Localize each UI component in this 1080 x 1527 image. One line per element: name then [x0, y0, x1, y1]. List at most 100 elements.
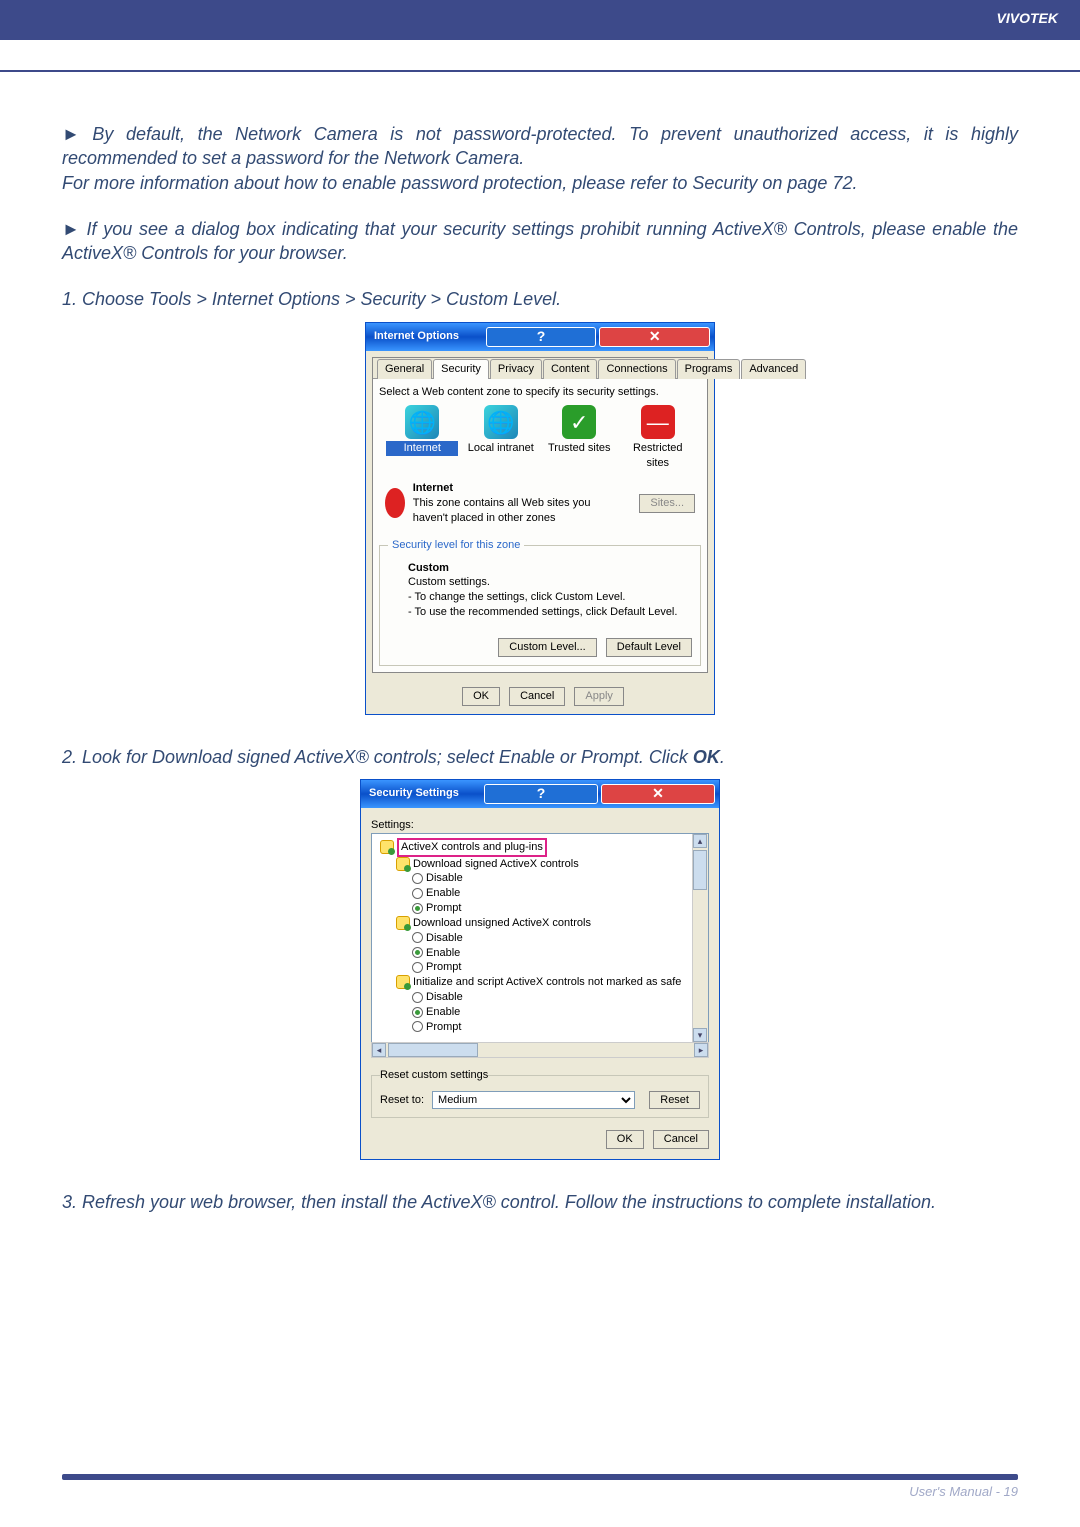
bullet1-line1: By default, the Network Camera is not pa…: [62, 124, 1018, 168]
tab-security[interactable]: Security: [433, 359, 489, 379]
scroll-up-icon[interactable]: ▴: [693, 834, 707, 848]
opt-label: Disable: [426, 872, 463, 884]
zone-internet[interactable]: 🌐 Internet: [386, 405, 458, 471]
dialog-titlebar: Security Settings ? ✕: [361, 780, 719, 808]
help-icon[interactable]: ?: [486, 327, 597, 347]
opt-disable[interactable]: Disable: [376, 871, 704, 886]
ok-button[interactable]: OK: [606, 1130, 644, 1149]
scroll-left-icon[interactable]: ◂: [372, 1043, 386, 1057]
cancel-button[interactable]: Cancel: [653, 1130, 709, 1149]
opt-label: Prompt: [426, 961, 461, 973]
reset-row: Reset to: Medium Reset: [380, 1091, 700, 1110]
scroll-thumb[interactable]: [388, 1043, 478, 1057]
internet-options-dialog: Internet Options ? ✕ General Security Pr…: [365, 322, 715, 715]
apply-button[interactable]: Apply: [574, 687, 624, 706]
dialog-titlebar: Internet Options ? ✕: [366, 323, 714, 351]
document-body: ► By default, the Network Camera is not …: [0, 72, 1080, 1215]
radio-icon: [412, 992, 423, 1003]
bullet-1: ► By default, the Network Camera is not …: [62, 122, 1018, 195]
footer-text: User's Manual - 19: [62, 1484, 1018, 1499]
radio-icon: [412, 1021, 423, 1032]
zone-restricted-sites[interactable]: — Restricted sites: [622, 405, 694, 471]
brand-text: VIVOTEK: [997, 10, 1058, 26]
tabs: General Security Privacy Content Connect…: [373, 358, 707, 379]
radio-icon: [412, 932, 423, 943]
node-init-script: Initialize and script ActiveX controls n…: [376, 975, 704, 990]
opt-label: Disable: [426, 991, 463, 1003]
node-unsigned: Download unsigned ActiveX controls: [376, 916, 704, 931]
tab-privacy[interactable]: Privacy: [490, 359, 542, 379]
security-settings-dialog: Security Settings ? ✕ Settings: ActiveX …: [360, 779, 720, 1160]
opt-label: Prompt: [426, 902, 461, 914]
radio-icon: [412, 1007, 423, 1018]
opt-enable[interactable]: Enable: [376, 1005, 704, 1020]
gear-icon: [396, 975, 410, 989]
opt-disable[interactable]: Disable: [376, 990, 704, 1005]
opt-prompt[interactable]: Prompt: [376, 901, 704, 916]
scrollbar-vertical[interactable]: ▴ ▾: [692, 834, 708, 1042]
node-label: Initialize and script ActiveX controls n…: [413, 976, 681, 988]
node-signed: Download signed ActiveX controls: [376, 857, 704, 872]
security-level-legend: Security level for this zone: [388, 538, 524, 553]
scroll-thumb[interactable]: [693, 850, 707, 890]
opt-prompt[interactable]: Prompt: [376, 1020, 704, 1035]
dialog-body: General Security Privacy Content Connect…: [372, 357, 708, 673]
step-1: 1. Choose Tools > Internet Options > Sec…: [62, 287, 1018, 311]
tab-programs[interactable]: Programs: [677, 359, 741, 379]
dialog-title: Internet Options: [374, 329, 483, 344]
custom-heading: Custom: [408, 562, 449, 574]
radio-icon: [412, 888, 423, 899]
scroll-down-icon[interactable]: ▾: [693, 1028, 707, 1042]
reset-legend: Reset custom settings: [380, 1068, 488, 1083]
globe-icon: [385, 488, 405, 518]
close-icon[interactable]: ✕: [601, 784, 715, 804]
radio-icon: [412, 903, 423, 914]
opt-label: Enable: [426, 947, 460, 959]
opt-disable[interactable]: Disable: [376, 931, 704, 946]
globe-icon: 🌐: [405, 405, 439, 439]
radio-icon: [412, 947, 423, 958]
tree-root: ActiveX controls and plug-ins: [376, 838, 704, 857]
tab-content[interactable]: Content: [543, 359, 598, 379]
opt-enable[interactable]: Enable: [376, 886, 704, 901]
zone-desc-row: Internet This zone contains all Web site…: [379, 475, 701, 532]
settings-label: Settings:: [371, 818, 709, 833]
opt-label: Prompt: [426, 1021, 461, 1033]
custom-l1: - To change the settings, click Custom L…: [408, 591, 625, 603]
zone-label: Restricted sites: [622, 441, 694, 471]
sites-button[interactable]: Sites...: [639, 494, 695, 513]
opt-label: Disable: [426, 932, 463, 944]
opt-enable[interactable]: Enable: [376, 946, 704, 961]
tab-advanced[interactable]: Advanced: [741, 359, 806, 379]
scrollbar-horizontal[interactable]: ◂ ▸: [371, 1042, 709, 1058]
settings-tree[interactable]: ActiveX controls and plug-ins Download s…: [371, 833, 709, 1043]
zone-local-intranet[interactable]: 🌐 Local intranet: [465, 405, 537, 471]
ok-button[interactable]: OK: [462, 687, 500, 706]
gear-icon: [380, 840, 394, 854]
step2-a: 2. Look for Download signed ActiveX® con…: [62, 747, 693, 767]
bullet1-line2: For more information about how to enable…: [62, 173, 857, 193]
node-label: Download signed ActiveX controls: [413, 858, 579, 870]
close-icon[interactable]: ✕: [599, 327, 710, 347]
tab-general[interactable]: General: [377, 359, 432, 379]
cancel-button[interactable]: Cancel: [509, 687, 565, 706]
globe-icon: 🌐: [484, 405, 518, 439]
security-level-group: Security level for this zone Custom Cust…: [379, 538, 701, 666]
default-level-button[interactable]: Default Level: [606, 638, 692, 657]
zone-label: Trusted sites: [543, 441, 615, 456]
reset-button[interactable]: Reset: [649, 1091, 700, 1110]
reset-select[interactable]: Medium: [432, 1091, 635, 1109]
zone-trusted-sites[interactable]: ✓ Trusted sites: [543, 405, 615, 471]
help-icon[interactable]: ?: [484, 784, 598, 804]
custom-settings: Custom settings.: [408, 576, 490, 588]
scroll-right-icon[interactable]: ▸: [694, 1043, 708, 1057]
tree-root-label: ActiveX controls and plug-ins: [397, 838, 547, 857]
radio-icon: [412, 962, 423, 973]
custom-level-button[interactable]: Custom Level...: [498, 638, 596, 657]
tab-connections[interactable]: Connections: [598, 359, 675, 379]
zone-desc: Internet This zone contains all Web site…: [413, 481, 626, 526]
dialog-footer: OK Cancel Apply: [366, 679, 714, 714]
opt-prompt[interactable]: Prompt: [376, 960, 704, 975]
zone-instruction: Select a Web content zone to specify its…: [379, 385, 701, 400]
footer-bar: [62, 1474, 1018, 1480]
